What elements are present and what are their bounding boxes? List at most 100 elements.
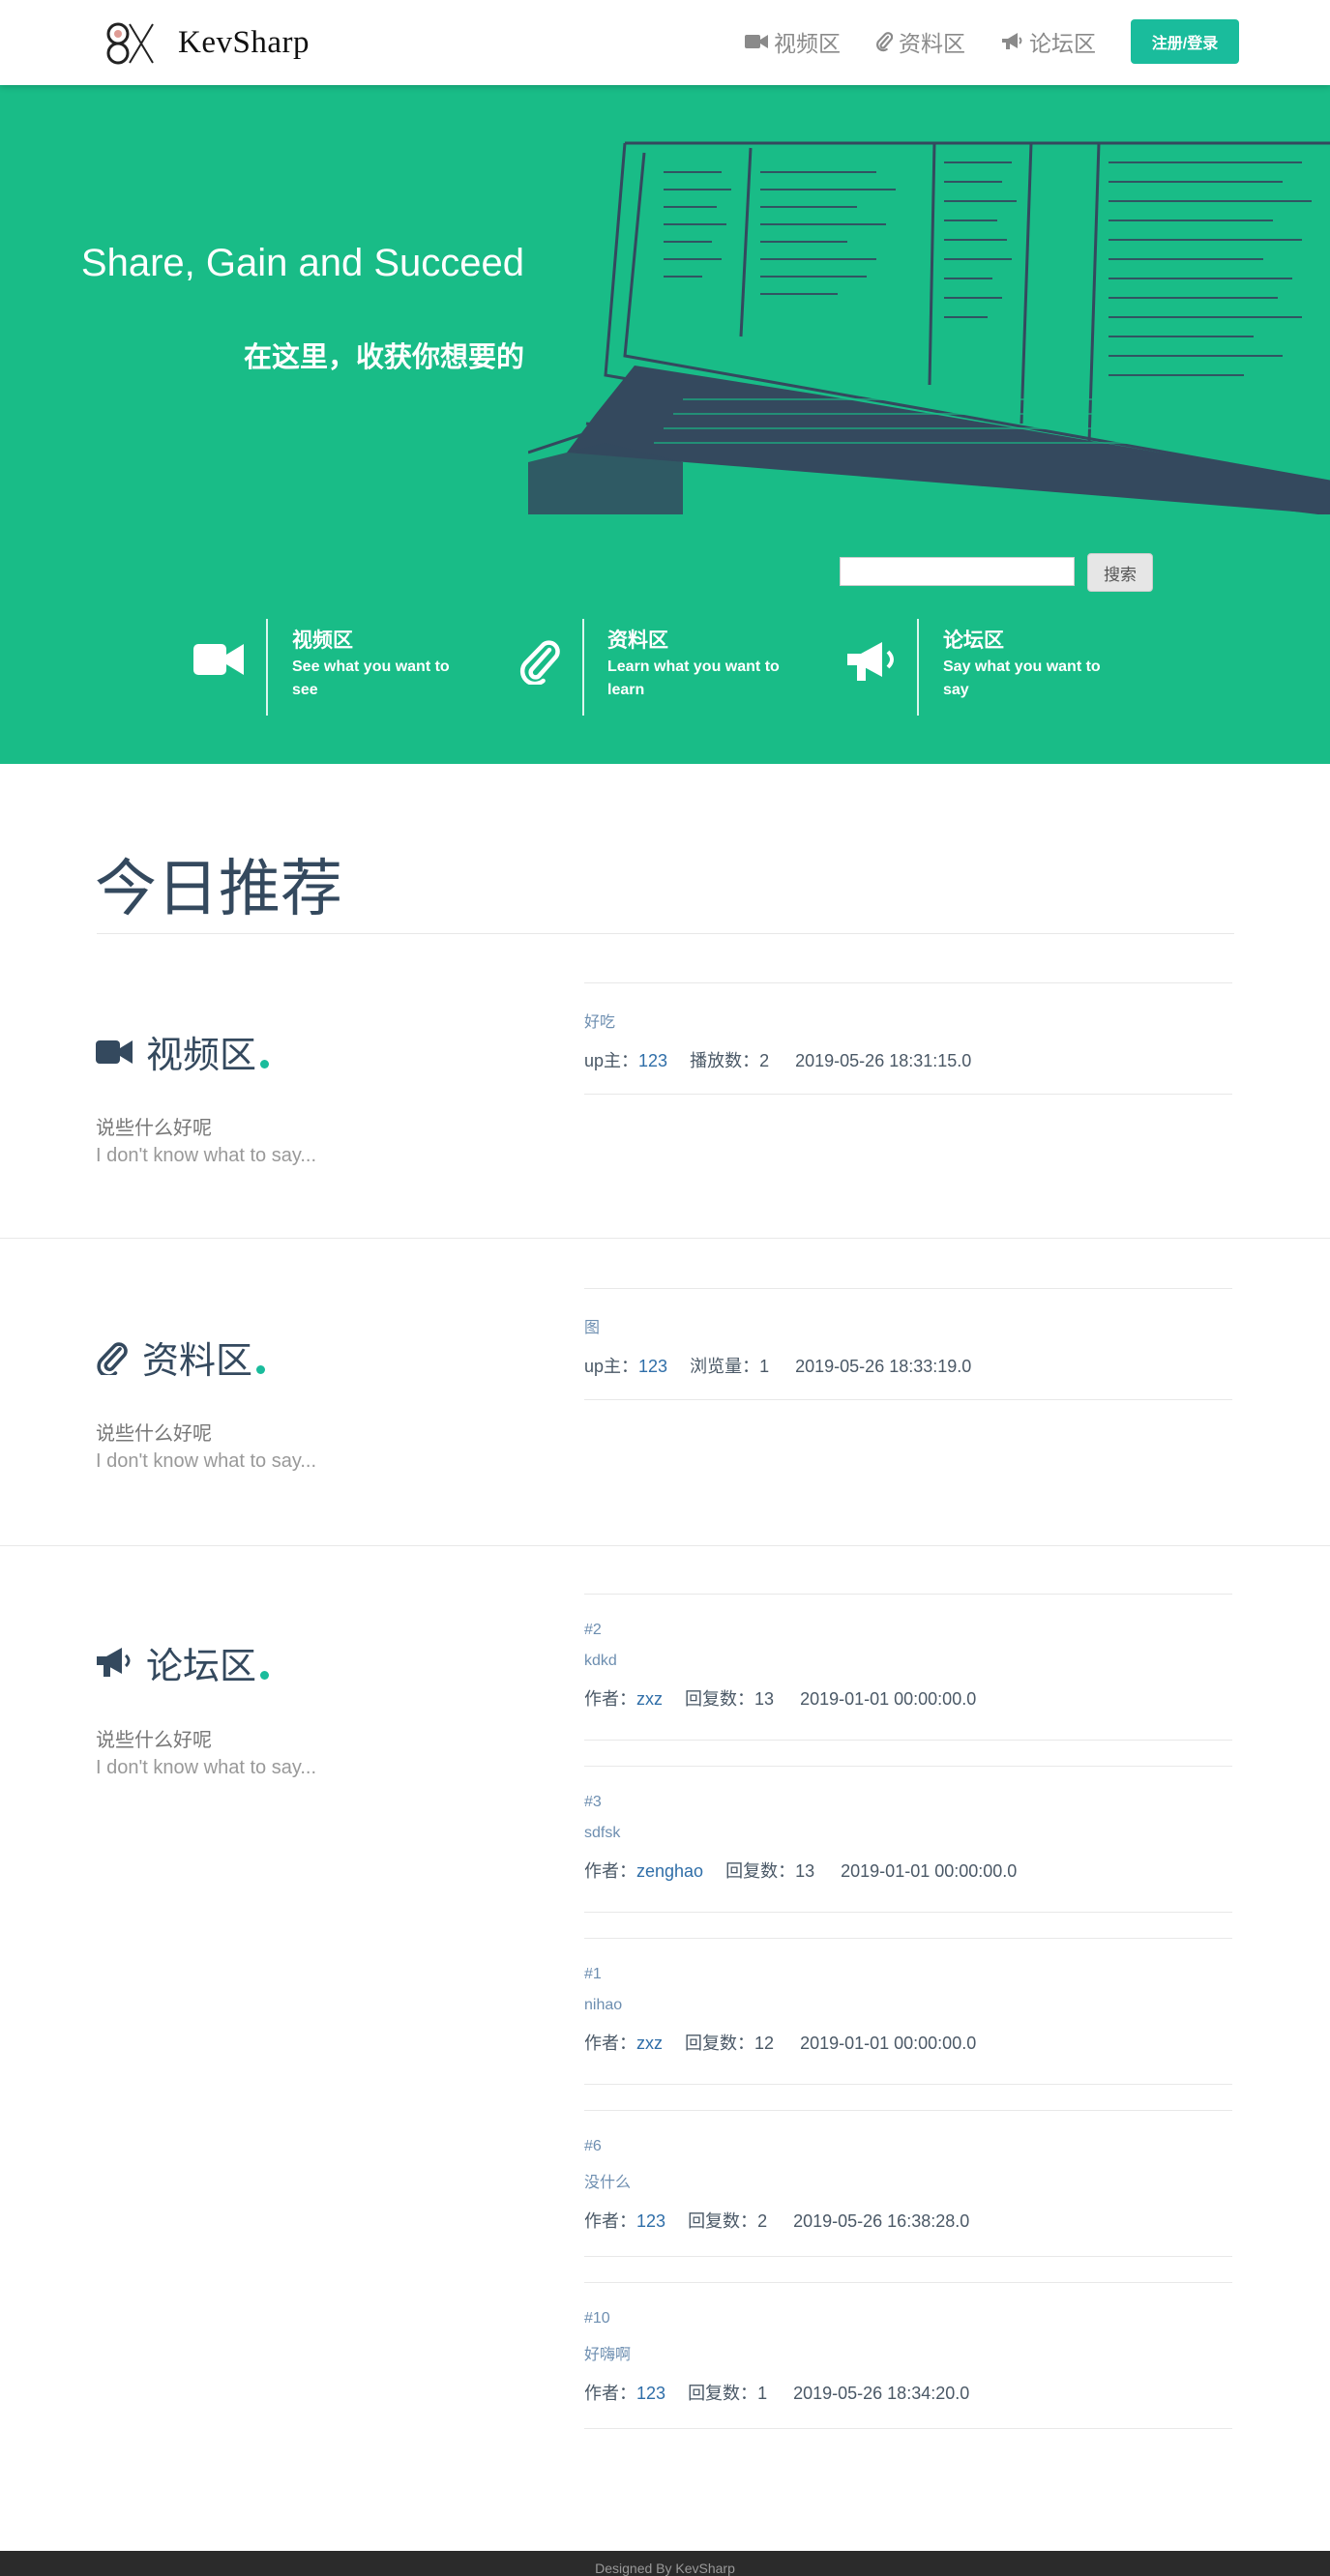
- feature-divider: [917, 619, 919, 716]
- feature-divider: [266, 619, 268, 716]
- item-title[interactable]: nihao: [584, 1997, 1232, 2014]
- count-label: 回复数：: [725, 1861, 796, 1881]
- feature-divider: [582, 619, 584, 716]
- list-item[interactable]: 好吃 up主：123 播放数：2 2019-05-26 18:31:15.0: [584, 982, 1232, 1095]
- footer-text: Designed By KevSharp: [595, 2561, 735, 2576]
- item-id[interactable]: #6: [584, 2138, 1232, 2155]
- item-time: 2019-05-26 18:31:15.0: [795, 1051, 972, 1070]
- nav-video[interactable]: 视频区: [745, 25, 841, 58]
- item-title[interactable]: sdfsk: [584, 1825, 1232, 1842]
- feature-forum[interactable]: 论坛区 Say what you want to say: [832, 619, 1161, 716]
- item-count: 12: [754, 2034, 775, 2053]
- forum-list: #2 kdkd 作者：zxz 回复数：13 2019-01-01 00:00:0…: [584, 1594, 1232, 2429]
- today-title: 今日推荐: [95, 854, 342, 923]
- search-input[interactable]: [840, 557, 1075, 586]
- feature-video[interactable]: 视频区 See what you want to see: [0, 619, 450, 716]
- accent-dot: [260, 1671, 270, 1680]
- item-meta: up主：123 播放数：2 2019-05-26 18:31:15.0: [584, 1047, 1232, 1072]
- list-item[interactable]: #3 sdfsk 作者：zenghao 回复数：13 2019-01-01 00…: [584, 1766, 1232, 1913]
- section-forum-title: 论坛区: [146, 1647, 257, 1687]
- count-label: 浏览量：: [690, 1357, 760, 1376]
- list-item[interactable]: #2 kdkd 作者：zxz 回复数：13 2019-01-01 00:00:0…: [584, 1594, 1232, 1741]
- item-time: 2019-01-01 00:00:00.0: [800, 1689, 977, 1709]
- item-time: 2019-05-26 18:34:20.0: [793, 2384, 970, 2403]
- brand-logo-icon: [106, 22, 154, 65]
- item-author[interactable]: zxz: [636, 1689, 663, 1709]
- section-divider: [0, 1238, 1330, 1239]
- video-camera-icon: [193, 644, 244, 675]
- feature-docs[interactable]: 资料区 Learn what you want to learn: [484, 619, 813, 716]
- item-id[interactable]: #1: [584, 1966, 1232, 1983]
- section-docs-line2: I don't know what to say...: [96, 1450, 317, 1472]
- footer: Designed By KevSharp: [0, 2551, 1330, 2576]
- feature-title: 视频区: [292, 629, 353, 652]
- section-divider: [0, 1545, 1330, 1546]
- list-item[interactable]: #1 nihao 作者：zxz 回复数：12 2019-01-01 00:00:…: [584, 1938, 1232, 2085]
- nav-links: 视频区 资料区 论坛区 注册/登录: [745, 18, 1239, 65]
- item-author[interactable]: zxz: [636, 2034, 663, 2053]
- count-label: 回复数：: [685, 2034, 755, 2053]
- laptop-illustration: [528, 141, 1330, 514]
- section-docs-heading: 资料区: [96, 1331, 266, 1384]
- section-forum-heading: 论坛区: [96, 1636, 270, 1689]
- nav-forum-label: 论坛区: [1029, 31, 1096, 56]
- section-docs-line1: 说些什么好呢: [96, 1423, 212, 1445]
- author-label: 作者：: [584, 1861, 636, 1881]
- hero-title: Share, Gain and Succeed: [80, 242, 524, 284]
- item-title[interactable]: 没什么: [584, 2169, 1232, 2192]
- nav-forum[interactable]: 论坛区: [1000, 25, 1096, 58]
- item-time: 2019-05-26 18:33:19.0: [795, 1357, 972, 1376]
- megaphone-icon: [1002, 33, 1022, 49]
- item-author[interactable]: 123: [636, 2211, 665, 2231]
- author-label: 作者：: [584, 2384, 636, 2403]
- section-video-title: 视频区: [146, 1036, 257, 1076]
- brand-name: KevSharp: [178, 24, 310, 60]
- item-id[interactable]: #10: [584, 2310, 1232, 2327]
- paperclip-icon: [876, 32, 893, 52]
- list-item[interactable]: #6 没什么 作者：123 回复数：2 2019-05-26 16:38:28.…: [584, 2110, 1232, 2257]
- item-meta: 作者：zxz 回复数：12 2019-01-01 00:00:00.0: [584, 2030, 1232, 2055]
- list-item[interactable]: #10 好嗨啊 作者：123 回复数：1 2019-05-26 18:34:20…: [584, 2282, 1232, 2429]
- section-forum-line1: 说些什么好呢: [96, 1730, 212, 1751]
- item-author[interactable]: zenghao: [636, 1861, 703, 1881]
- count-label: 播放数：: [690, 1051, 760, 1070]
- feature-title: 论坛区: [943, 629, 1004, 652]
- megaphone-icon: [97, 1647, 131, 1677]
- search-button[interactable]: 搜索: [1087, 553, 1153, 592]
- item-meta: 作者：123 回复数：1 2019-05-26 18:34:20.0: [584, 2380, 1232, 2405]
- item-author[interactable]: 123: [636, 2384, 665, 2403]
- accent-dot: [256, 1365, 266, 1374]
- brand[interactable]: KevSharp: [103, 14, 310, 72]
- navbar: KevSharp 视频区 资料区 论坛区 注册/登录: [0, 0, 1330, 85]
- item-count: 1: [759, 1357, 770, 1376]
- item-author[interactable]: 123: [638, 1051, 667, 1070]
- item-count: 1: [757, 2384, 768, 2403]
- section-forum-line2: I don't know what to say...: [96, 1757, 317, 1778]
- author-label: 作者：: [584, 2211, 636, 2231]
- count-label: 回复数：: [685, 1689, 755, 1709]
- hero-subtitle: 在这里，收获你想要的: [243, 342, 524, 373]
- item-title[interactable]: kdkd: [584, 1653, 1232, 1670]
- item-id[interactable]: #2: [584, 1622, 1232, 1639]
- item-time: 2019-01-01 00:00:00.0: [841, 1861, 1018, 1881]
- feature-desc: See what you want to see: [292, 659, 450, 698]
- nav-docs[interactable]: 资料区: [875, 25, 965, 58]
- author-label: up主：: [584, 1357, 639, 1376]
- item-title[interactable]: 图: [584, 1314, 1232, 1337]
- count-label: 回复数：: [688, 2211, 758, 2231]
- accent-dot: [260, 1060, 270, 1068]
- item-meta: up主：123 浏览量：1 2019-05-26 18:33:19.0: [584, 1353, 1232, 1378]
- nav-docs-label: 资料区: [899, 31, 965, 56]
- item-id[interactable]: #3: [584, 1794, 1232, 1811]
- item-title[interactable]: 好嗨啊: [584, 2341, 1232, 2364]
- login-register-button[interactable]: 注册/登录: [1131, 19, 1239, 64]
- hero-banner: Share, Gain and Succeed 在这里，收获你想要的 搜索 视频…: [0, 85, 1330, 764]
- item-count: 2: [757, 2211, 768, 2231]
- divider: [97, 933, 1234, 934]
- section-video-line2: I don't know what to say...: [96, 1145, 317, 1166]
- list-item[interactable]: 图 up主：123 浏览量：1 2019-05-26 18:33:19.0: [584, 1288, 1232, 1400]
- item-meta: 作者：123 回复数：2 2019-05-26 16:38:28.0: [584, 2208, 1232, 2233]
- item-author[interactable]: 123: [638, 1357, 667, 1376]
- item-meta: 作者：zxz 回复数：13 2019-01-01 00:00:00.0: [584, 1685, 1232, 1711]
- item-title[interactable]: 好吃: [584, 1009, 1232, 1032]
